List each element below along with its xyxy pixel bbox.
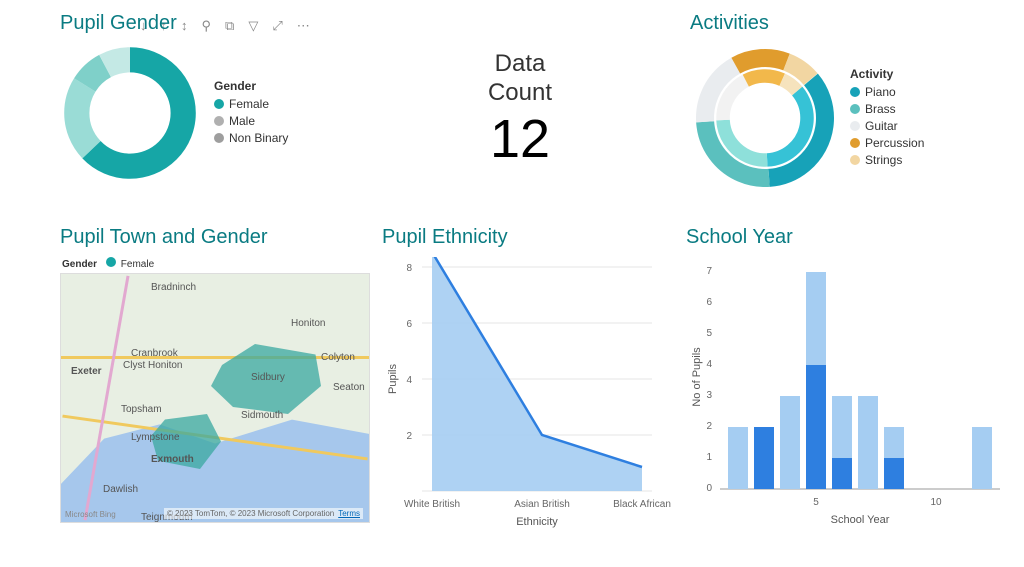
gender-legend: Gender Female Male Non Binary xyxy=(214,79,288,148)
svg-text:5: 5 xyxy=(706,328,712,339)
svg-text:6: 6 xyxy=(706,297,712,308)
svg-text:Black African: Black African xyxy=(613,499,671,510)
legend-item-male[interactable]: Male xyxy=(214,114,288,128)
ethnicity-title: Pupil Ethnicity xyxy=(382,226,672,249)
svg-text:2: 2 xyxy=(406,431,412,442)
count-title-l2: Count xyxy=(430,79,610,108)
svg-text:3: 3 xyxy=(706,390,712,401)
town-map[interactable]: Bradninch Honiton Cranbrook Clyst Honito… xyxy=(60,273,370,523)
legend-item-brass[interactable]: Brass xyxy=(850,102,924,116)
svg-text:2: 2 xyxy=(706,421,712,432)
schoolyear-xlabel: School Year xyxy=(831,514,890,526)
ethnicity-xlabel: Ethnicity xyxy=(516,516,558,528)
legend-item-percussion[interactable]: Percussion xyxy=(850,136,924,150)
activities-tile: Activities Activity Piano Brass Guitar P… xyxy=(690,12,1010,193)
svg-text:1: 1 xyxy=(706,452,712,463)
ethnicity-ylabel: Pupils xyxy=(387,364,399,394)
legend-item-female[interactable]: Female xyxy=(214,97,288,111)
svg-text:4: 4 xyxy=(406,375,412,386)
ethnicity-tile: Pupil Ethnicity 8 6 4 2 White British As… xyxy=(382,226,672,542)
gender-donut-chart[interactable] xyxy=(60,43,200,183)
activities-donut-chart[interactable] xyxy=(690,43,840,193)
svg-text:8: 8 xyxy=(406,263,412,274)
data-count-tile: Data Count 12 xyxy=(430,50,610,170)
svg-text:White British: White British xyxy=(404,499,460,510)
town-title: Pupil Town and Gender xyxy=(60,226,370,249)
schoolyear-ylabel: No of Pupils xyxy=(691,347,703,407)
gender-title: Pupil Gender xyxy=(60,12,360,35)
schoolyear-chart[interactable]: 0 1 2 3 4 5 6 7 xyxy=(686,257,1006,537)
svg-text:0: 0 xyxy=(706,483,712,494)
town-legend: Gender Female xyxy=(62,257,370,270)
svg-text:6: 6 xyxy=(406,319,412,330)
gender-tile: Pupil Gender Gender Female Male Non Bina… xyxy=(60,12,360,183)
schoolyear-tile: School Year 0 1 2 3 4 5 6 7 xyxy=(686,226,1006,542)
activities-legend-title: Activity xyxy=(850,67,924,81)
legend-item-piano[interactable]: Piano xyxy=(850,85,924,99)
bing-logo: Microsoft Bing xyxy=(65,510,116,519)
ethnicity-chart[interactable]: 8 6 4 2 White British Asian British Blac… xyxy=(382,257,672,537)
schoolyear-title: School Year xyxy=(686,226,1006,249)
svg-text:4: 4 xyxy=(706,359,712,370)
map-attribution: © 2023 TomTom, © 2023 Microsoft Corporat… xyxy=(164,508,363,519)
town-tile: Pupil Town and Gender Gender Female Brad… xyxy=(60,226,370,523)
svg-text:5: 5 xyxy=(813,497,819,508)
activities-legend: Activity Piano Brass Guitar Percussion S… xyxy=(850,67,924,170)
count-value: 12 xyxy=(430,108,610,170)
legend-item-strings[interactable]: Strings xyxy=(850,153,924,167)
gender-legend-title: Gender xyxy=(214,79,288,93)
activities-title: Activities xyxy=(690,12,1010,35)
map-terms-link[interactable]: Terms xyxy=(338,509,360,518)
svg-text:Asian British: Asian British xyxy=(514,499,570,510)
svg-text:10: 10 xyxy=(930,497,942,508)
legend-item-guitar[interactable]: Guitar xyxy=(850,119,924,133)
legend-item-nonbinary[interactable]: Non Binary xyxy=(214,131,288,145)
count-title-l1: Data xyxy=(430,50,610,79)
svg-text:7: 7 xyxy=(706,266,712,277)
